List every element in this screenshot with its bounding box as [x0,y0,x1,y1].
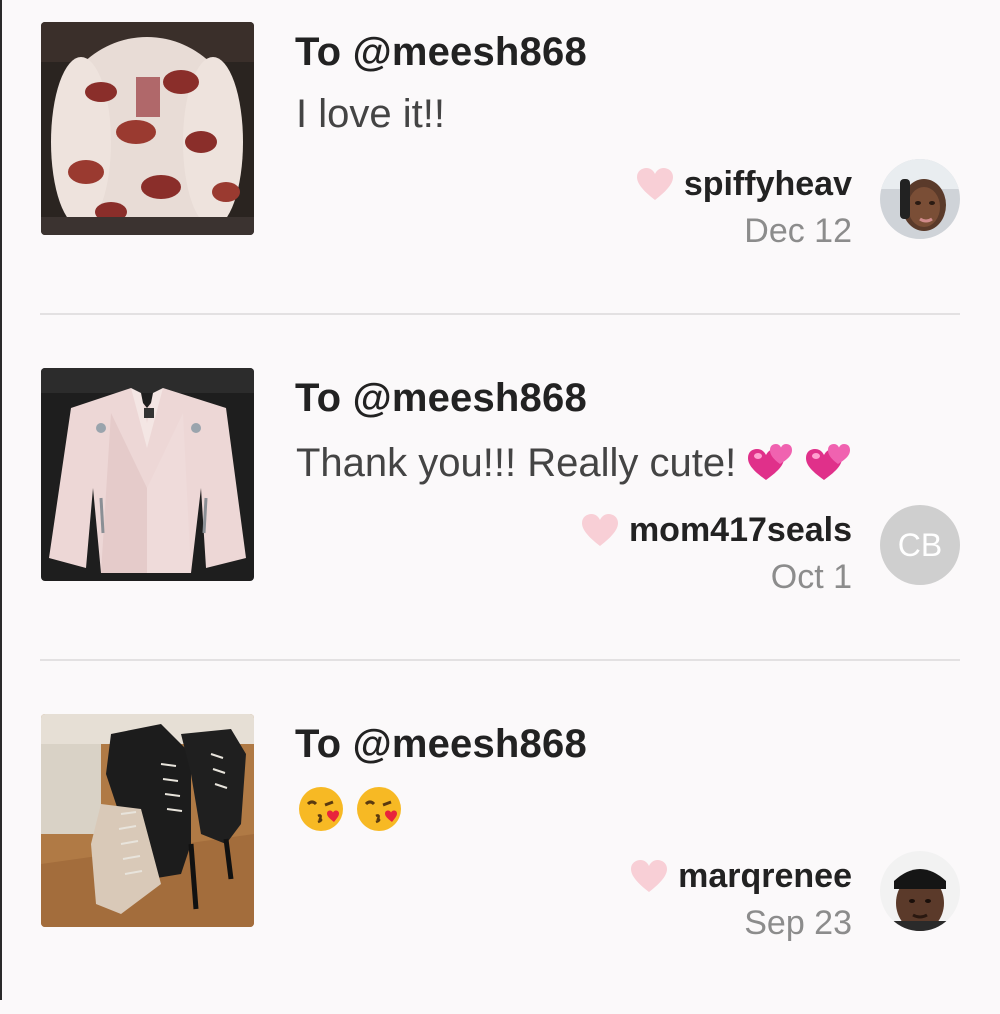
listing-thumbnail[interactable] [41,22,254,235]
two-hearts-emoji-icon [744,438,794,488]
face-blowing-kiss-emoji-icon [354,784,404,834]
two-hearts-emoji-icon [802,438,852,488]
note-date: Sep 23 [744,904,852,942]
username-link[interactable]: mom417seals [629,511,852,550]
recipient-label[interactable]: To @meesh868 [295,30,587,75]
avatar[interactable] [880,159,960,239]
love-notes-feed: To @meesh868 I love it!! spiffyheav Dec … [0,0,1000,1000]
recipient-label[interactable]: To @meesh868 [295,722,587,767]
heart-icon [636,167,674,201]
note-date: Oct 1 [770,558,852,596]
pink-moto-jacket-photo [41,368,254,581]
recipient-label[interactable]: To @meesh868 [295,376,587,421]
love-note-card[interactable]: To @meesh868 marqrenee Sep 23 [0,714,1000,1014]
listing-thumbnail[interactable] [41,368,254,581]
note-meta: mom417seals Oct 1 [581,508,852,597]
face-blowing-kiss-emoji-icon [296,784,346,834]
love-note-card[interactable]: To @meesh868 I love it!! spiffyheav Dec … [0,22,1000,322]
listing-thumbnail[interactable] [41,714,254,927]
heart-icon [630,859,668,893]
divider [40,313,960,315]
note-message: I love it!! [296,92,445,137]
username-link[interactable]: marqrenee [678,857,852,896]
love-note-card[interactable]: To @meesh868 Thank you!!! Really cute! m… [0,368,1000,668]
note-message: Thank you!!! Really cute! [296,438,852,488]
note-message-text: I love it!! [296,92,445,136]
note-meta: marqrenee Sep 23 [630,854,852,943]
heart-icon [581,513,619,547]
note-meta: spiffyheav Dec 12 [636,162,852,251]
user-photo [880,159,960,239]
studded-heel-boots-photo [41,714,254,927]
faux-fur-jacket-photo [41,22,254,235]
note-message [296,784,404,834]
avatar[interactable] [880,851,960,931]
note-message-text: Thank you!!! Really cute! [296,440,737,485]
note-date: Dec 12 [744,212,852,250]
avatar[interactable]: CB [880,505,960,585]
username-link[interactable]: spiffyheav [684,165,852,204]
divider [40,659,960,661]
user-photo [880,851,960,931]
